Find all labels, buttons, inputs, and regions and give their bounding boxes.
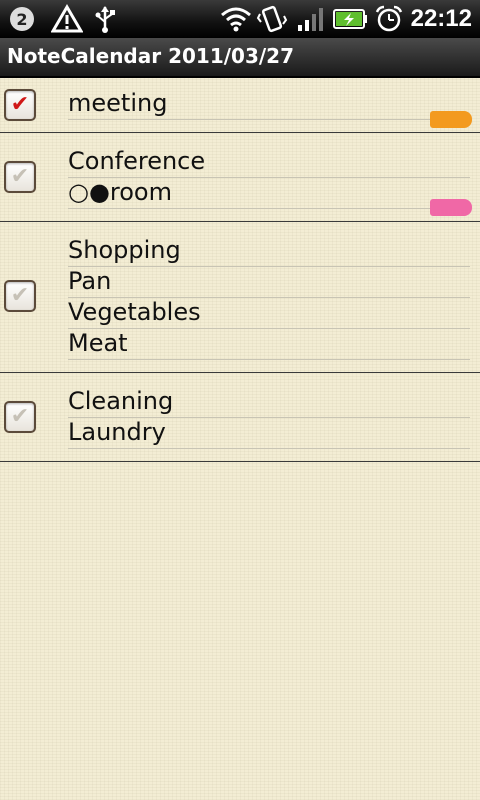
page-title: NoteCalendar 2011/03/27 (7, 44, 295, 68)
note-checkbox[interactable]: ✔ (4, 401, 36, 433)
note-line: Pan (68, 266, 470, 298)
note-line: Laundry (68, 417, 470, 449)
htc-sense-icon: 2 (6, 4, 38, 34)
note-line: Meat (68, 328, 470, 360)
alarm-icon (374, 4, 404, 34)
note-item[interactable]: ✔ Conference ○●room (0, 133, 480, 222)
status-time: 22:12 (410, 5, 472, 32)
signal-icon (296, 4, 326, 34)
status-bar: 2 22:12 (0, 0, 480, 38)
note-checkbox[interactable]: ✔ (4, 89, 36, 121)
app-title-bar: NoteCalendar 2011/03/27 (0, 38, 480, 78)
note-item[interactable]: ✔ meeting (0, 76, 480, 133)
note-line: Conference (68, 146, 470, 178)
note-line: Cleaning (68, 386, 470, 418)
color-tag (430, 111, 472, 128)
wifi-icon (220, 4, 252, 34)
note-checkbox[interactable]: ✔ (4, 161, 36, 193)
vibrate-icon (256, 4, 288, 34)
note-line: Shopping (68, 235, 470, 267)
warning-icon (50, 4, 84, 34)
color-tag (430, 199, 472, 216)
svg-text:2: 2 (16, 10, 27, 29)
note-item[interactable]: ✔ Cleaning Laundry (0, 373, 480, 462)
note-item[interactable]: ✔ Shopping Pan Vegetables Meat (0, 222, 480, 373)
note-line: ○●room (68, 177, 470, 209)
note-line: meeting (68, 88, 470, 120)
note-checkbox[interactable]: ✔ (4, 280, 36, 312)
battery-charging-icon (332, 4, 370, 34)
usb-icon (92, 4, 118, 34)
note-line: Vegetables (68, 297, 470, 329)
